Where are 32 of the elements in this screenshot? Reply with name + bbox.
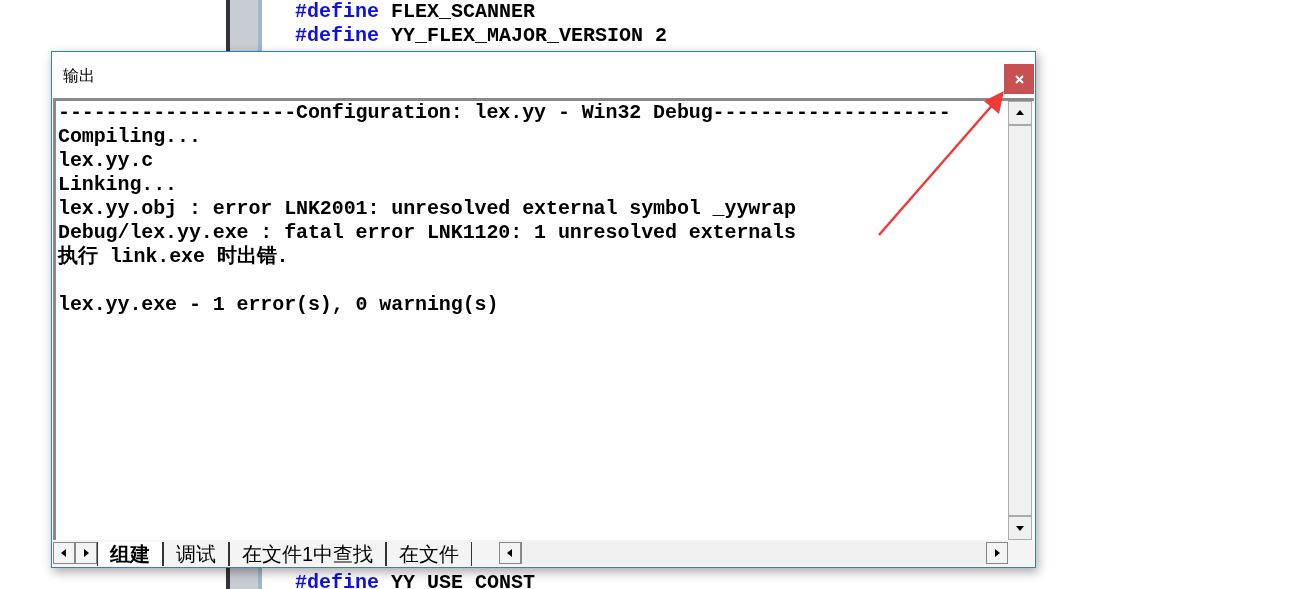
output-line: Debug/lex.yy.exe : fatal error LNK1120: 1 unresolved externals: [58, 221, 797, 245]
down-arrow-icon: [1015, 523, 1025, 533]
left-arrow-icon: [505, 548, 515, 558]
output-line: 执行 link.exe 时出错.: [58, 245, 290, 269]
scroll-up-button[interactable]: [1008, 101, 1032, 125]
left-arrow-icon: [59, 548, 69, 558]
code-keyword: #define: [295, 0, 379, 24]
output-line: lex.yy.c: [58, 149, 155, 173]
code-text: YY_FLEX_MAJOR_VERSION 2: [391, 24, 668, 48]
output-tab[interactable]: 在文件: [386, 542, 473, 566]
tab-scroll-right-button[interactable]: [75, 542, 97, 564]
right-arrow-icon: [992, 548, 1002, 558]
tab-scroll-left-small-button[interactable]: [499, 542, 521, 564]
output-line: --------------------Configuration: lex.yy - Win32 Debug--------------------: [58, 101, 952, 125]
output-line: lex.yy.exe - 1 error(s), 0 warning(s): [58, 293, 500, 317]
output-tab[interactable]: 组建: [97, 542, 163, 566]
tab-scroll-left-button[interactable]: [53, 542, 75, 564]
close-button[interactable]: [1004, 64, 1034, 94]
scroll-right-button[interactable]: [986, 542, 1008, 564]
close-icon: [1014, 74, 1024, 84]
code-keyword: #define: [295, 24, 379, 48]
output-tab[interactable]: 调试: [163, 542, 229, 566]
output-tab[interactable]: 在文件1中查找: [229, 542, 387, 566]
output-line: lex.yy.obj : error LNK2001: unresolved external symbol _yywrap: [58, 197, 797, 221]
code-keyword: #define: [295, 571, 379, 589]
output-line: Compiling...: [58, 125, 202, 149]
code-text: FLEX_SCANNER: [391, 0, 536, 24]
output-line: Linking...: [58, 173, 179, 197]
window-title: 输出: [63, 66, 95, 86]
right-arrow-icon: [81, 548, 91, 558]
up-arrow-icon: [1015, 108, 1025, 118]
scroll-down-button[interactable]: [1008, 516, 1032, 540]
